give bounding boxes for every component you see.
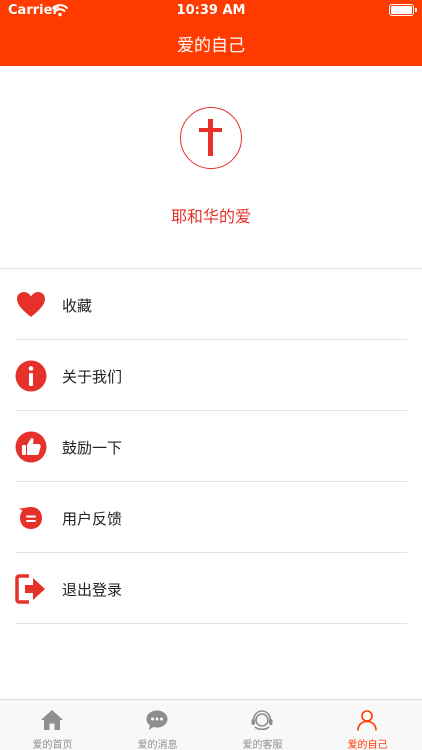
home-icon [41,710,63,730]
menu-item-about-us[interactable]: 关于我们 [0,340,422,411]
tab-bar: 爱的首页 爱的消息 爱的客服 爱的自己 [0,699,422,750]
heart-icon [17,292,45,317]
logout-icon [15,574,45,604]
tab-profile[interactable]: 爱的自己 [315,700,420,750]
tab-label: 爱的客服 [242,740,283,750]
menu-item-feedback[interactable]: 用户反馈 [0,482,422,553]
menu-item-label: 用户反馈 [62,510,123,528]
user-icon [357,710,377,731]
tab-customer-service[interactable]: 爱的客服 [210,700,315,750]
chat-icon [146,710,168,730]
menu-item-label: 关于我们 [62,368,123,386]
menu-item-encourage[interactable]: 鼓励一下 [0,411,422,482]
tab-label: 爱的首页 [32,740,73,750]
menu-item-label: 退出登录 [62,581,123,599]
menu-item-label: 收藏 [62,297,93,315]
menu-item-label: 鼓励一下 [62,439,123,457]
menu-item-favorites[interactable]: 收藏 [0,269,422,340]
feedback-icon [19,507,42,529]
tab-label: 爱的消息 [137,740,178,750]
thumbs-up-icon [15,431,47,463]
info-icon [15,360,47,392]
profile-name: 耶和华的爱 [170,207,251,226]
battery-icon [389,4,417,16]
status-time: 10:39 AM [176,3,246,18]
header: Carrier 10:39 AM 爱的自己 [0,0,422,66]
tab-home[interactable]: 爱的首页 [0,700,105,750]
menu-list: 收藏 关于我们 鼓励一下 用户反馈 退出登录 [0,269,422,624]
cross-logo-icon[interactable] [180,107,242,169]
page-title: 爱的自己 [177,36,245,56]
profile-section: 耶和华的爱 [0,66,422,269]
headset-icon [251,710,273,731]
status-bar: Carrier 10:39 AM [0,0,422,22]
menu-item-logout[interactable]: 退出登录 [0,553,422,624]
tab-label: 爱的自己 [347,740,388,750]
divider [15,623,407,624]
tab-messages[interactable]: 爱的消息 [105,700,210,750]
